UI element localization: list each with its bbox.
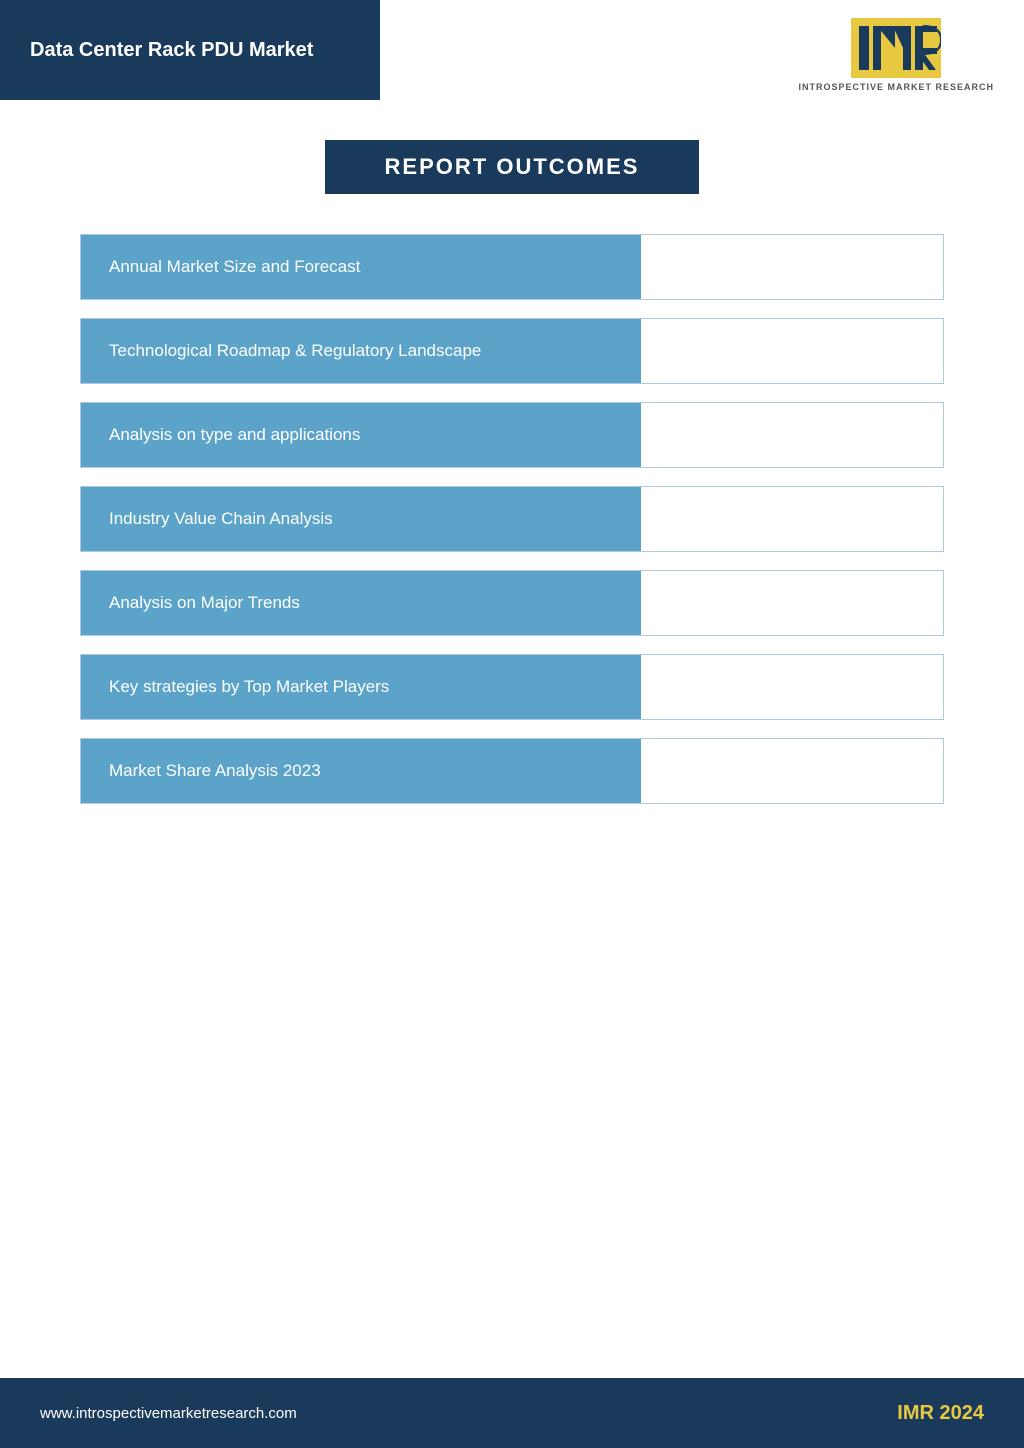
page-header: Data Center Rack PDU Market INT xyxy=(0,0,1024,100)
outcome-label-1: Annual Market Size and Forecast xyxy=(81,235,641,299)
footer-url: www.introspectivemarketresearch.com xyxy=(40,1405,297,1422)
report-outcomes-title-wrapper: REPORT OUTCOMES xyxy=(80,140,944,194)
footer-year: IMR 2024 xyxy=(897,1402,984,1425)
outcome-label-4: Industry Value Chain Analysis xyxy=(81,487,641,551)
list-item: Annual Market Size and Forecast xyxy=(80,234,944,300)
outcome-right-3 xyxy=(641,403,943,467)
outcome-right-6 xyxy=(641,655,943,719)
outcome-label-7: Market Share Analysis 2023 xyxy=(81,739,641,803)
list-item: Technological Roadmap & Regulatory Lands… xyxy=(80,318,944,384)
outcome-right-1 xyxy=(641,235,943,299)
list-item: Analysis on type and applications xyxy=(80,402,944,468)
list-item: Key strategies by Top Market Players xyxy=(80,654,944,720)
outcome-label-2: Technological Roadmap & Regulatory Lands… xyxy=(81,319,641,383)
report-outcomes-title: REPORT OUTCOMES xyxy=(325,140,700,194)
outcome-label-5: Analysis on Major Trends xyxy=(81,571,641,635)
list-item: Industry Value Chain Analysis xyxy=(80,486,944,552)
outcome-label-3: Analysis on type and applications xyxy=(81,403,641,467)
outcome-items-list: Annual Market Size and Forecast Technolo… xyxy=(80,234,944,804)
outcome-label-6: Key strategies by Top Market Players xyxy=(81,655,641,719)
header-title-bar: Data Center Rack PDU Market xyxy=(0,0,380,100)
page-footer: www.introspectivemarketresearch.com IMR … xyxy=(0,1378,1024,1448)
page-title: Data Center Rack PDU Market xyxy=(30,39,313,62)
logo-subtext: INTROSPECTIVE MARKET RESEARCH xyxy=(798,82,994,92)
outcome-right-2 xyxy=(641,319,943,383)
list-item: Market Share Analysis 2023 xyxy=(80,738,944,804)
logo-area: INTROSPECTIVE MARKET RESEARCH xyxy=(798,8,1024,92)
outcome-right-5 xyxy=(641,571,943,635)
outcome-right-7 xyxy=(641,739,943,803)
outcome-right-4 xyxy=(641,487,943,551)
logo-icon xyxy=(851,18,941,78)
main-content: REPORT OUTCOMES Annual Market Size and F… xyxy=(0,100,1024,864)
list-item: Analysis on Major Trends xyxy=(80,570,944,636)
